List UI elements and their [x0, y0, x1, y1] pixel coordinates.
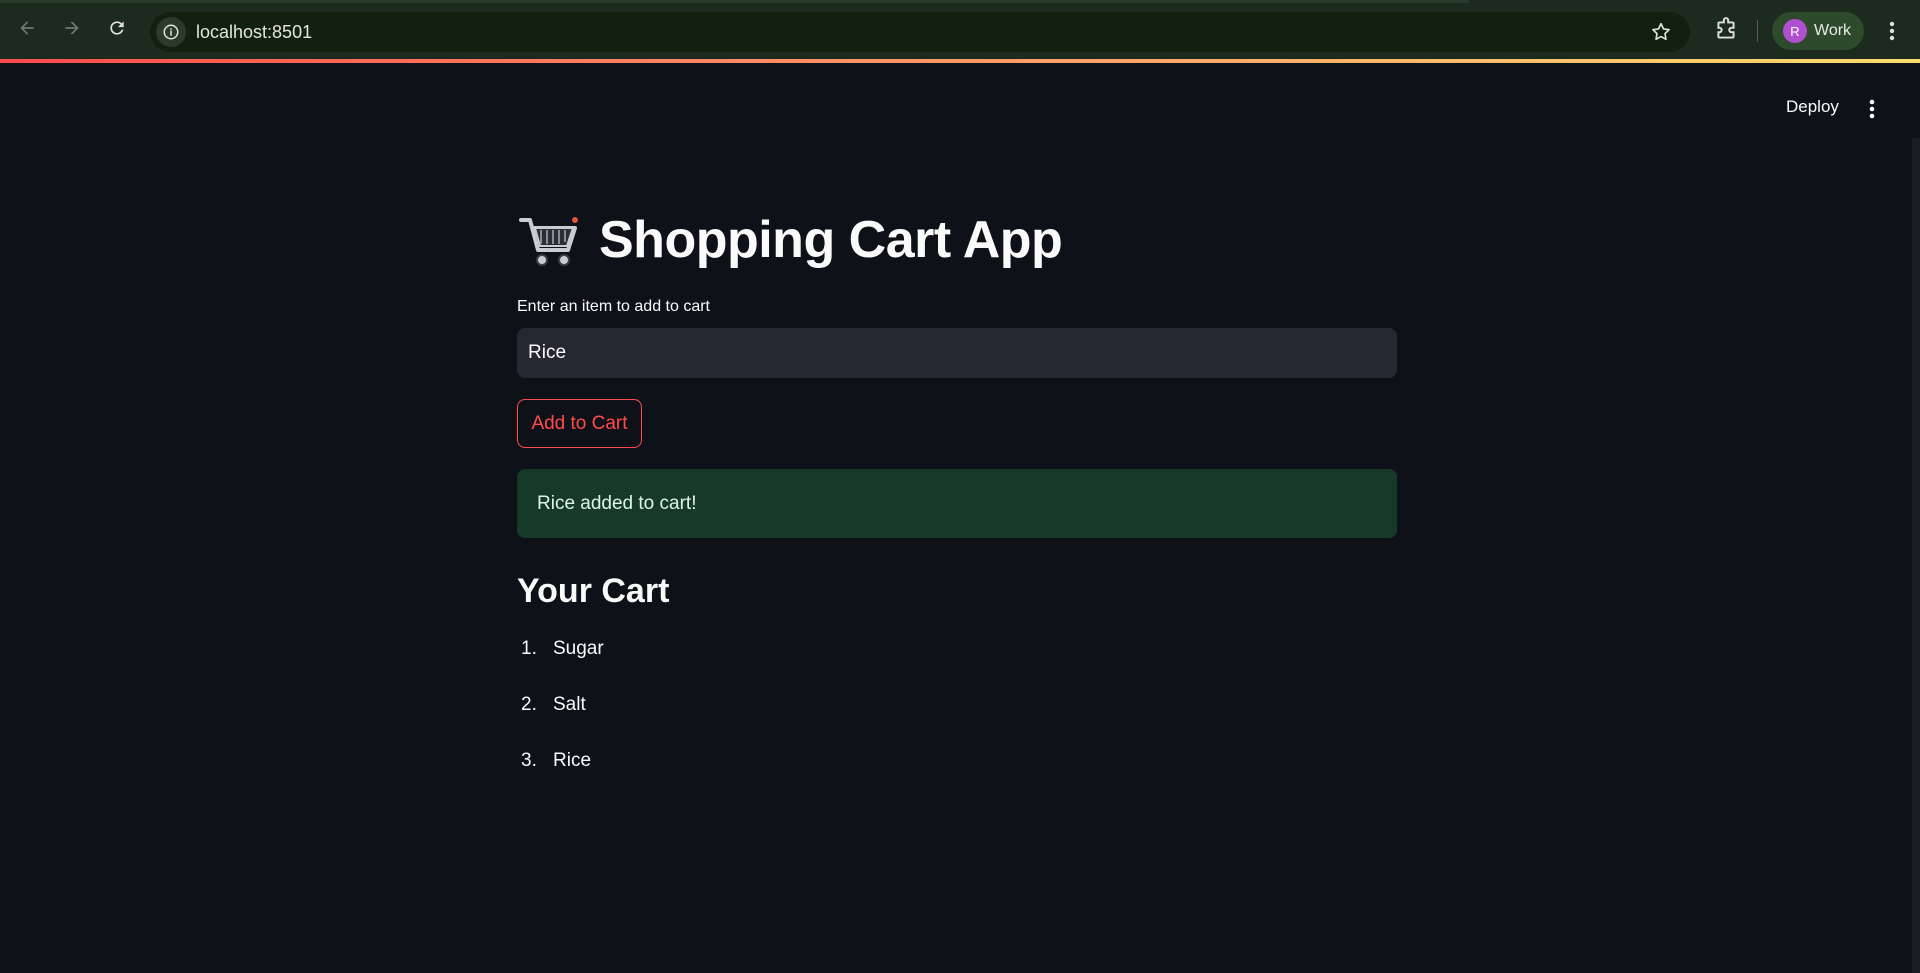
list-item-number: 1.	[521, 638, 537, 659]
list-item-label: Salt	[553, 694, 586, 715]
toolbar-divider	[1757, 20, 1758, 42]
list-item-number: 3.	[521, 750, 537, 771]
cart-heading: Your Cart	[517, 572, 670, 610]
deploy-button[interactable]: Deploy	[1786, 97, 1839, 117]
app-menu-icon[interactable]	[1862, 96, 1882, 122]
arrow-left-icon	[20, 21, 34, 35]
scrollbar[interactable]	[1912, 138, 1920, 973]
browser-toolbar: localhost:8501 R Work	[0, 0, 1920, 63]
arrow-right-icon	[65, 21, 79, 35]
info-icon	[163, 24, 179, 40]
profile-label: Work	[1814, 22, 1852, 39]
browser-menu-icon[interactable]	[1882, 18, 1902, 44]
reload-button[interactable]	[103, 14, 131, 42]
shopping-cart-icon	[519, 217, 578, 266]
site-info-button[interactable]	[156, 17, 186, 47]
profile-button[interactable]: R Work	[1772, 12, 1864, 50]
forward-button[interactable]	[58, 14, 86, 42]
tab-strip	[0, 0, 1470, 3]
page-title: Shopping Cart App	[517, 205, 1063, 275]
title-text: Shopping Cart App	[599, 211, 1063, 269]
list-item: 3. Rice	[517, 750, 604, 806]
list-item: 1. Sugar	[517, 638, 604, 694]
bookmark-star-icon[interactable]	[1650, 21, 1672, 43]
list-item-label: Sugar	[553, 638, 604, 659]
add-to-cart-button[interactable]: Add to Cart	[517, 399, 642, 448]
cart-list: 1. Sugar 2. Salt 3. Rice	[517, 638, 604, 806]
list-item-number: 2.	[521, 694, 537, 715]
success-message: Rice added to cart!	[537, 492, 697, 514]
avatar: R	[1783, 19, 1807, 43]
success-alert: Rice added to cart!	[517, 469, 1397, 538]
list-item: 2. Salt	[517, 694, 604, 750]
address-bar[interactable]: localhost:8501	[150, 12, 1690, 52]
item-input-label: Enter an item to add to cart	[517, 298, 710, 315]
back-button[interactable]	[13, 14, 41, 42]
url-text: localhost:8501	[196, 21, 313, 42]
extensions-icon[interactable]	[1713, 17, 1739, 43]
item-input[interactable]	[517, 328, 1397, 378]
reload-icon	[110, 21, 124, 35]
list-item-label: Rice	[553, 750, 592, 771]
